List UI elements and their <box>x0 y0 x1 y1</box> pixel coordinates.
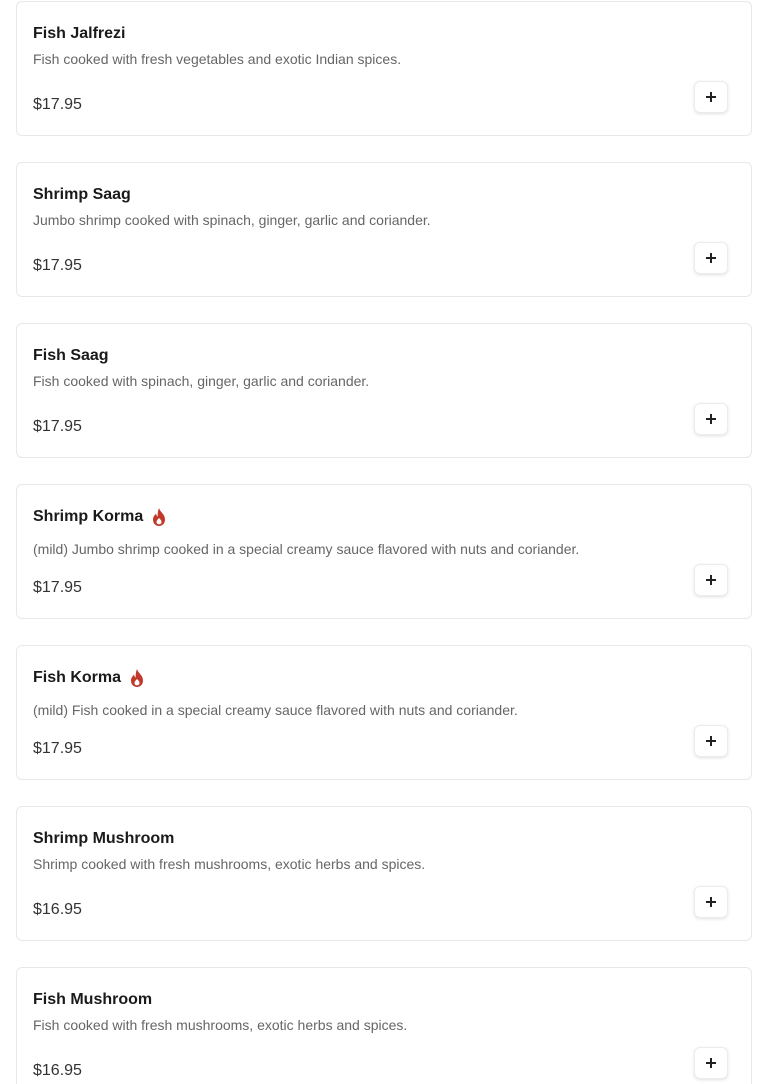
menu-item-name: Shrimp Korma <box>33 508 144 525</box>
menu-item-description: (mild) Jumbo shrimp cooked in a special … <box>33 541 580 557</box>
menu-item-title: Shrimp Mushroom <box>33 829 174 849</box>
menu-item-description: Fish cooked with fresh vegetables and ex… <box>33 51 402 67</box>
menu-item-description: Jumbo shrimp cooked with spinach, ginger… <box>33 212 431 228</box>
flame-icon <box>153 508 166 526</box>
plus-icon <box>706 897 716 907</box>
plus-icon <box>706 736 716 746</box>
plus-icon <box>706 575 716 585</box>
menu-item-price: $16.95 <box>33 1062 82 1079</box>
menu-item-price: $17.95 <box>33 418 82 435</box>
add-to-cart-button[interactable] <box>694 564 728 596</box>
add-to-cart-button[interactable] <box>694 1047 728 1079</box>
menu-item-description: (mild) Fish cooked in a special creamy s… <box>33 702 518 718</box>
menu-item-name: Shrimp Saag <box>33 186 131 203</box>
menu-item-card[interactable]: Shrimp Korma (mild) Jumbo shrimp cooked … <box>16 484 752 619</box>
add-to-cart-button[interactable] <box>694 81 728 113</box>
menu-item-title: Fish Jalfrezi <box>33 24 125 44</box>
menu-item-name: Shrimp Mushroom <box>33 830 175 847</box>
menu-item-card[interactable]: Fish Jalfrezi Fish cooked with fresh veg… <box>16 1 752 136</box>
plus-icon <box>706 1058 716 1068</box>
plus-icon <box>706 92 716 102</box>
add-to-cart-button[interactable] <box>694 725 728 757</box>
menu-item-title: Fish Mushroom <box>33 990 152 1010</box>
add-to-cart-button[interactable] <box>694 886 728 918</box>
menu-item-card[interactable]: Shrimp Mushroom Shrimp cooked with fresh… <box>16 806 752 941</box>
menu-item-card[interactable]: Fish Saag Fish cooked with spinach, ging… <box>16 323 752 458</box>
menu-item-card[interactable]: Fish Korma (mild) Fish cooked in a speci… <box>16 645 752 780</box>
menu-item-title: Shrimp Korma <box>33 507 168 527</box>
menu-item-card[interactable]: Fish Mushroom Fish cooked with fresh mus… <box>16 967 752 1084</box>
menu-item-price: $17.95 <box>33 740 82 757</box>
menu-item-description: Fish cooked with spinach, ginger, garlic… <box>33 373 370 389</box>
menu-item-description: Fish cooked with fresh mushrooms, exotic… <box>33 1017 408 1033</box>
menu-item-name: Fish Mushroom <box>33 991 153 1008</box>
menu-item-price: $17.95 <box>33 257 82 274</box>
plus-icon <box>706 414 716 424</box>
add-to-cart-button[interactable] <box>694 403 728 435</box>
menu-item-name: Fish Saag <box>33 347 109 364</box>
menu-item-title: Fish Korma <box>33 668 146 688</box>
menu-item-title: Shrimp Saag <box>33 185 131 205</box>
menu-item-list: Fish Jalfrezi Fish cooked with fresh veg… <box>0 0 770 1084</box>
menu-item-name: Fish Korma <box>33 669 122 686</box>
menu-item-price: $17.95 <box>33 579 82 596</box>
menu-item-price: $16.95 <box>33 901 82 918</box>
menu-item-title: Fish Saag <box>33 346 109 366</box>
menu-item-card[interactable]: Shrimp Saag Jumbo shrimp cooked with spi… <box>16 162 752 297</box>
menu-item-price: $17.95 <box>33 96 82 113</box>
menu-item-description: Shrimp cooked with fresh mushrooms, exot… <box>33 856 426 872</box>
plus-icon <box>706 253 716 263</box>
flame-icon <box>131 669 144 687</box>
add-to-cart-button[interactable] <box>694 242 728 274</box>
menu-item-name: Fish Jalfrezi <box>33 25 126 42</box>
